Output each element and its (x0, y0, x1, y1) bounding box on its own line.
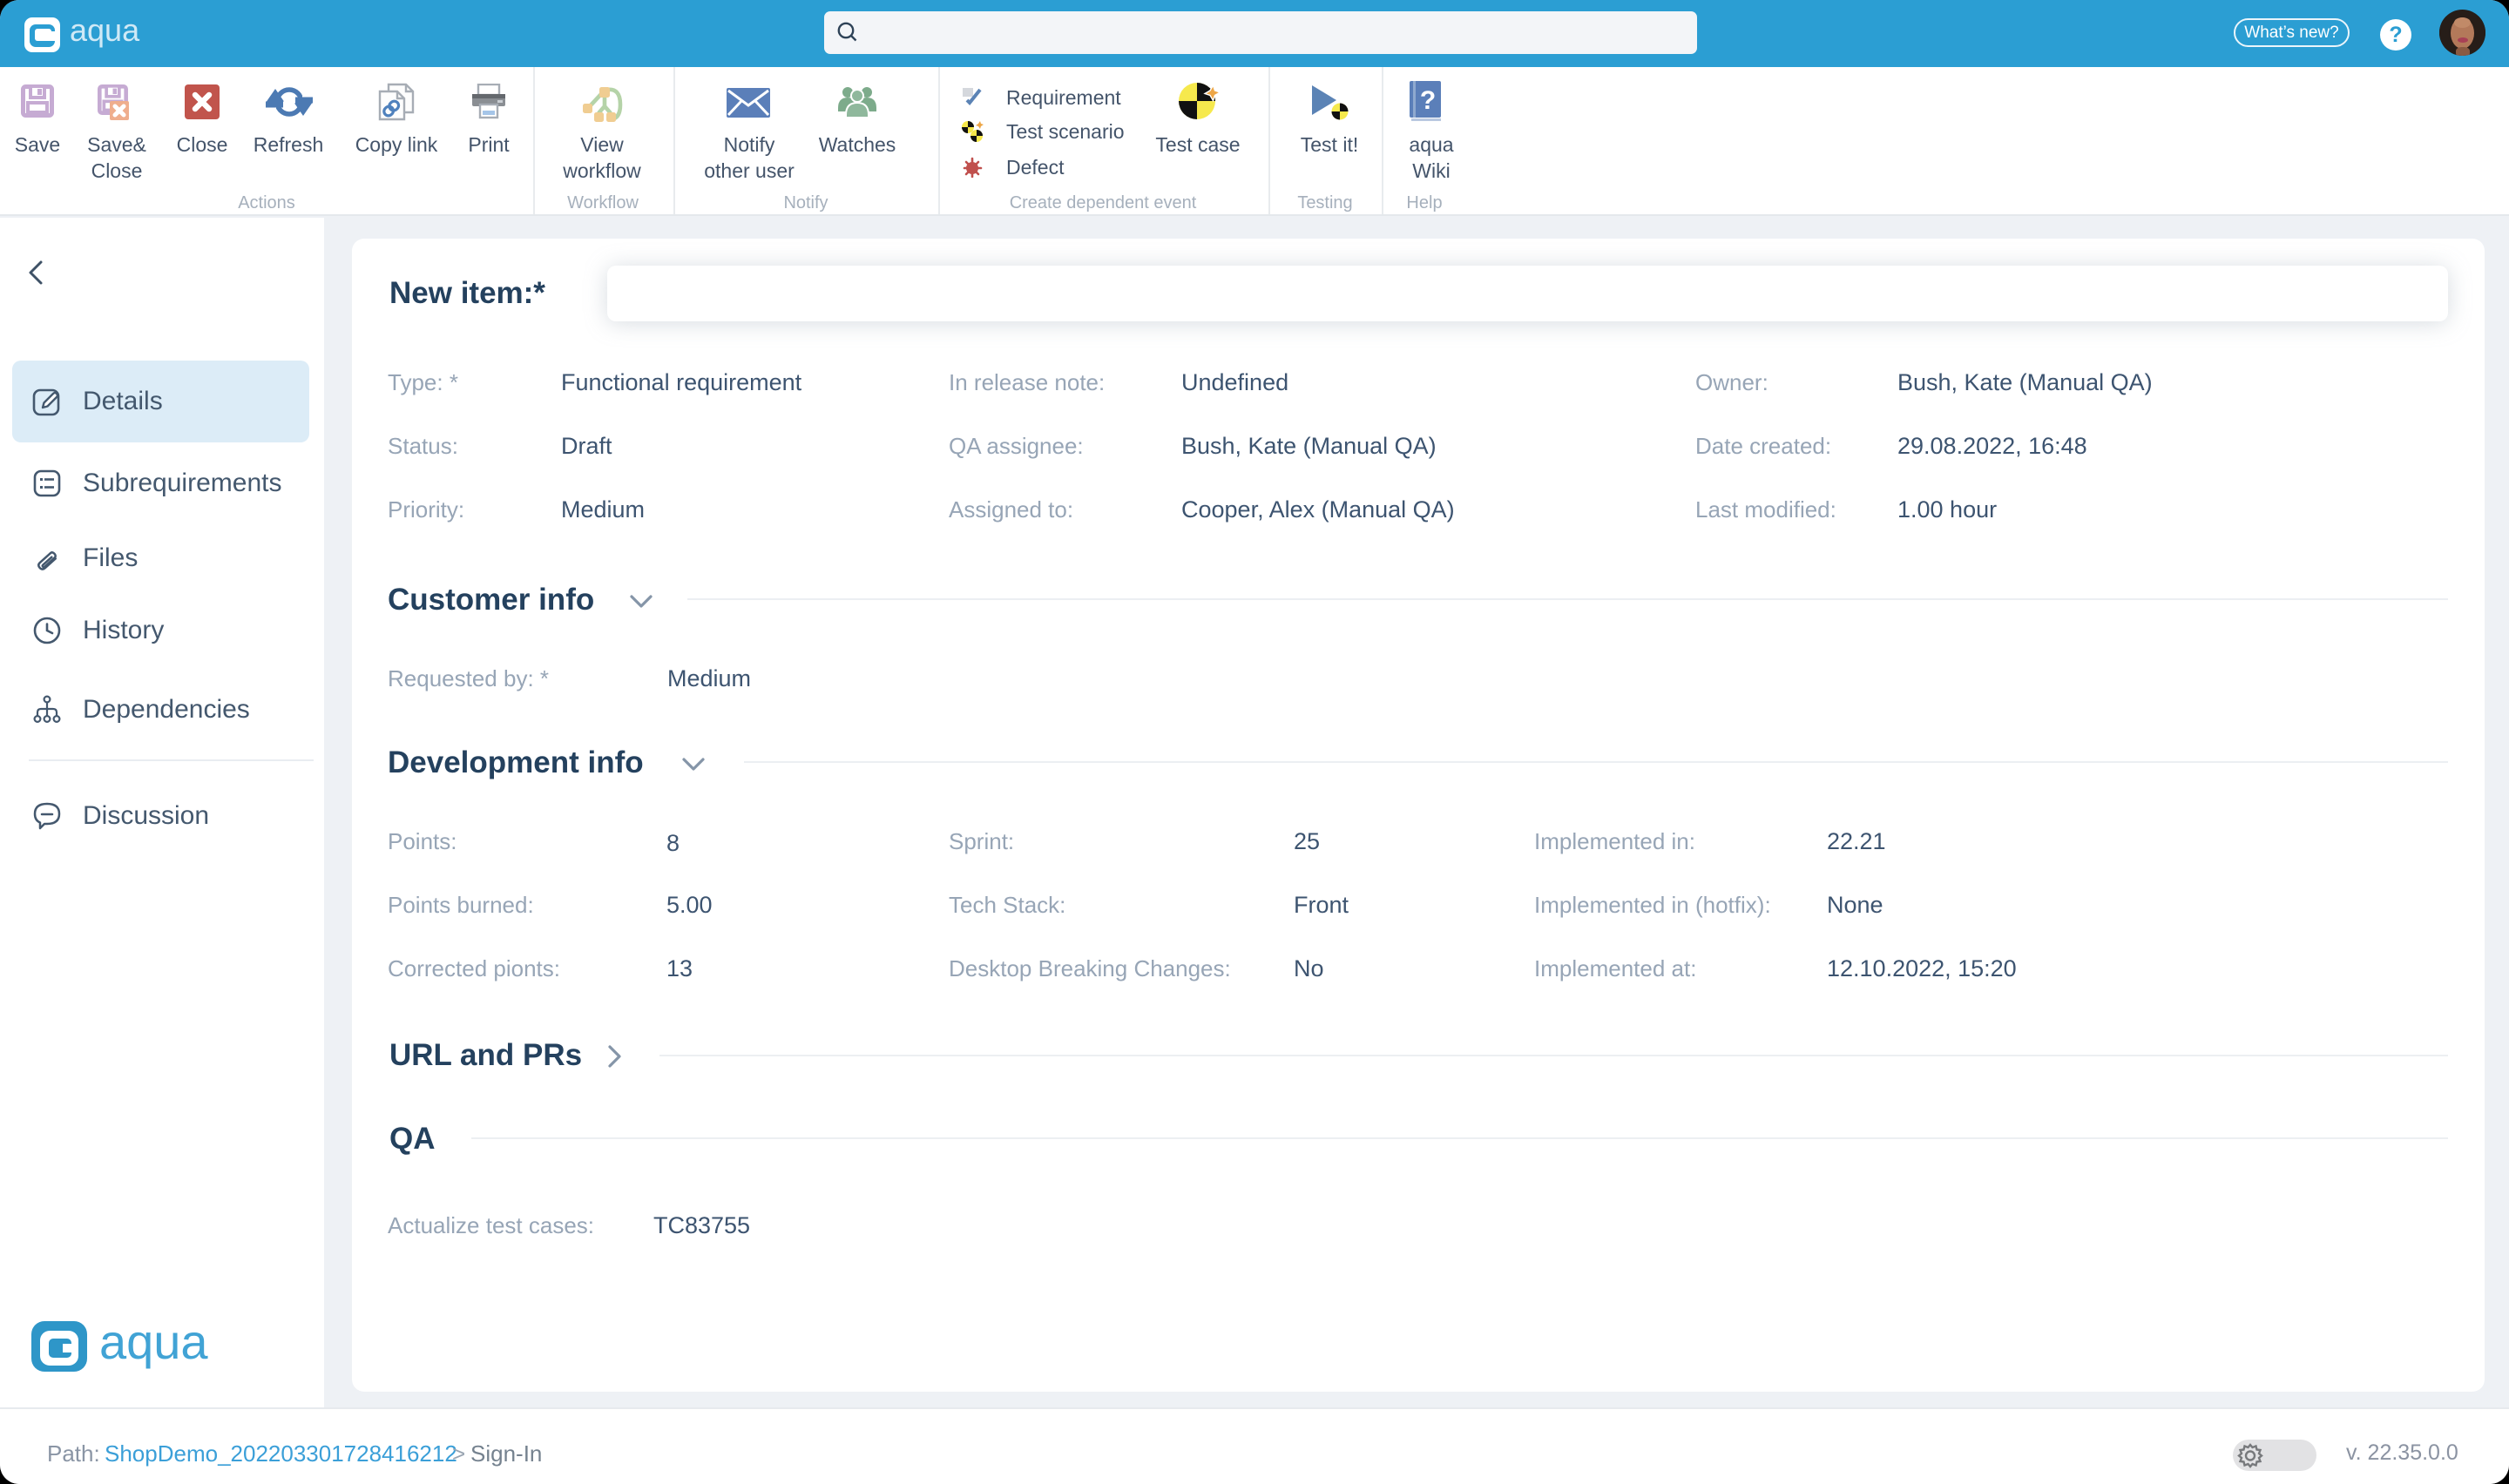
svg-text:?: ? (1420, 86, 1436, 115)
